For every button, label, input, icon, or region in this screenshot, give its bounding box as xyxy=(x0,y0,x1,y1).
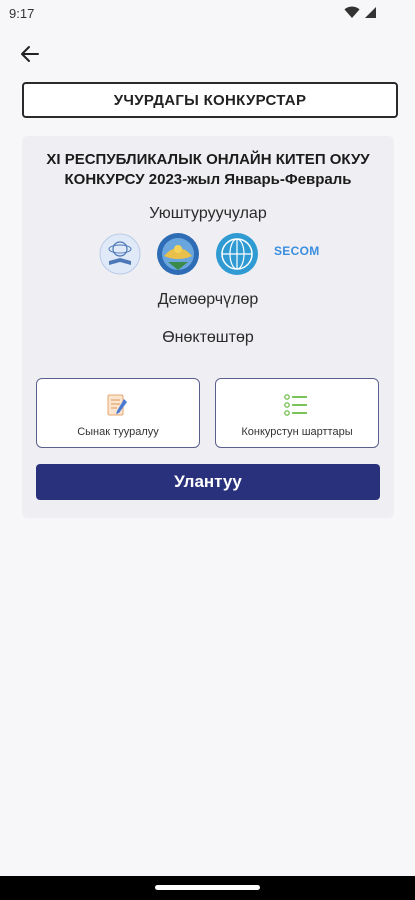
contest-rules-button[interactable]: Конкурстун шарттары xyxy=(215,378,379,448)
status-time: 9:17 xyxy=(9,6,35,21)
status-bar: 9:17 xyxy=(0,0,415,26)
checklist-icon xyxy=(284,394,307,416)
secom-logo: SECOM xyxy=(274,244,320,258)
signal-icon xyxy=(365,7,376,18)
about-contest-label: Сынак тууралуу xyxy=(77,426,159,438)
back-button[interactable] xyxy=(18,42,42,66)
contest-title-line1: XI РЕСПУБЛИКАЛЫК ОНЛАЙН КИТЕП ОКУУ xyxy=(46,151,370,168)
contest-rules-label: Конкурстун шарттары xyxy=(241,426,353,438)
organizers-label: Уюштуруучулар xyxy=(149,205,267,222)
status-icons xyxy=(344,6,377,19)
kyrgyz-emblem-icon xyxy=(157,233,199,275)
academy-logo-icon xyxy=(99,233,141,275)
organizer-logos: SECOM xyxy=(22,232,394,278)
about-contest-button[interactable]: Сынак тууралуу xyxy=(36,378,200,448)
wifi-icon xyxy=(344,6,360,18)
sponsors-label: Демөөрчүлөр xyxy=(157,291,259,308)
navigation-bar xyxy=(0,876,415,900)
document-pen-icon xyxy=(107,394,127,416)
globe-emblem-icon xyxy=(216,233,258,275)
contest-card: XI РЕСПУБЛИКАЛЫК ОНЛАЙН КИТЕП ОКУУ КОНКУ… xyxy=(22,136,394,518)
continue-button[interactable]: Улантуу xyxy=(36,464,380,500)
contest-title-line2: КОНКУРСУ 2023-жыл Январь-Февраль xyxy=(64,171,352,188)
page-title: УЧУРДАГЫ КОНКУРСТАР xyxy=(22,82,398,118)
home-gesture-handle[interactable] xyxy=(155,885,260,890)
contest-title: XI РЕСПУБЛИКАЛЫК ОНЛАЙН КИТЕП ОКУУ КОНКУ… xyxy=(22,150,394,190)
partners-label: Өнөктөштөр xyxy=(162,329,254,346)
back-arrow-icon xyxy=(21,46,39,62)
